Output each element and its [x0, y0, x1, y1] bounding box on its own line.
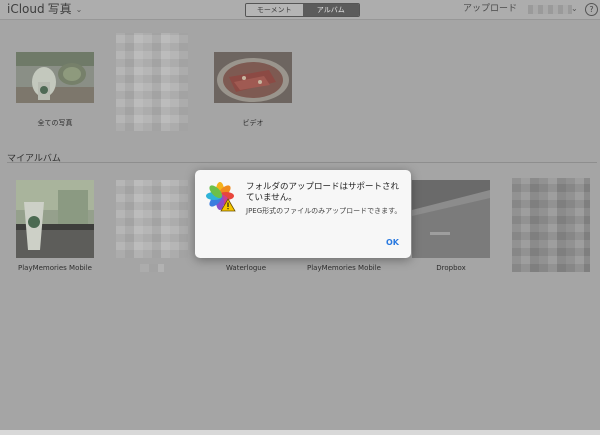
help-button[interactable]: ? — [585, 3, 598, 16]
ok-button[interactable]: OK — [386, 238, 399, 247]
app-name: iCloud — [7, 2, 45, 16]
album-thumb-videos[interactable] — [214, 52, 292, 103]
upload-error-dialog: フォルダのアップロードはサポートされていません。 JPEG形式のファイルのみアッ… — [195, 170, 411, 258]
album-thumb-blurred[interactable] — [116, 33, 188, 131]
album-caption-blurred-2 — [140, 264, 164, 272]
album-caption-playmemories-1: PlayMemories Mobile — [17, 264, 92, 272]
photos-warning-icon — [206, 182, 236, 212]
album-thumb-dropbox[interactable] — [412, 180, 490, 258]
view-segmented-control: モーメント アルバム — [245, 3, 360, 17]
dropbox-image — [412, 180, 490, 258]
album-caption-waterlogue: Waterlogue — [225, 264, 267, 272]
album-caption-all-photos: 全ての写真 — [37, 119, 73, 127]
all-photos-image — [16, 52, 94, 103]
user-menu-chevron-icon[interactable]: ⌄ — [571, 4, 578, 13]
album-caption-playmemories-2: PlayMemories Mobile — [306, 264, 381, 272]
playmemories-image — [16, 180, 94, 258]
album-thumb-blurred-3[interactable] — [512, 178, 590, 272]
section-name: 写真 — [47, 2, 72, 16]
dialog-title: フォルダのアップロードはサポートされていません。 — [246, 182, 400, 203]
bottom-strip — [0, 430, 600, 435]
upload-button[interactable]: アップロード — [463, 3, 517, 16]
album-caption-dropbox: Dropbox — [436, 264, 466, 272]
videos-image — [214, 52, 292, 103]
tab-moments[interactable]: モーメント — [246, 4, 303, 16]
album-caption-videos: ビデオ — [242, 119, 264, 127]
dialog-message: JPEG形式のファイルのみアップロードできます。 — [246, 207, 402, 215]
user-name-blurred[interactable] — [528, 5, 572, 14]
app-title-menu[interactable]: iCloud 写真 ⌄ — [7, 2, 82, 17]
album-thumb-playmemories-1[interactable] — [16, 180, 94, 258]
section-divider — [7, 162, 597, 163]
tab-albums[interactable]: アルバム — [302, 4, 359, 16]
album-thumb-blurred-2[interactable] — [116, 180, 188, 258]
chevron-down-icon: ⌄ — [75, 5, 83, 14]
top-bar: iCloud 写真 ⌄ モーメント アルバム アップロード ⌄ ? — [0, 0, 600, 20]
album-thumb-all-photos[interactable] — [16, 52, 94, 103]
